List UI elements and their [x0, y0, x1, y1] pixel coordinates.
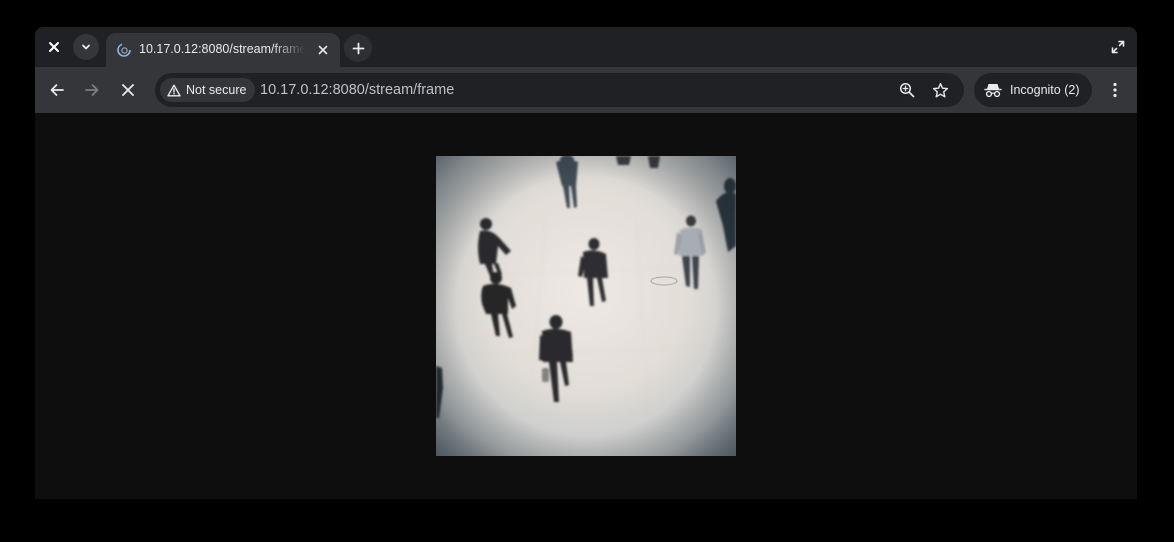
plus-icon: [352, 42, 364, 54]
security-label: Not secure: [186, 83, 247, 97]
loading-spinner-icon: [117, 43, 131, 57]
close-icon: [318, 45, 328, 55]
tab-title: 10.17.0.12:8080/stream/frame: [139, 42, 305, 56]
browser-menu-button[interactable]: [1103, 77, 1127, 103]
browser-toolbar: Not secure 10.17.0.12:8080/stream/frame: [35, 67, 1137, 113]
close-window-button[interactable]: [41, 34, 67, 60]
close-icon: [49, 42, 59, 52]
forward-button[interactable]: [78, 76, 106, 104]
tab-strip: 10.17.0.12:8080/stream/frame: [35, 27, 1137, 67]
back-button[interactable]: [43, 76, 71, 104]
incognito-label: Incognito (2): [1010, 83, 1080, 97]
page-viewport: [35, 113, 1137, 499]
new-tab-button[interactable]: [344, 34, 372, 62]
tab-close-button[interactable]: [314, 41, 332, 59]
kebab-menu-icon: [1113, 82, 1117, 98]
star-icon: [932, 82, 948, 97]
bookmark-button[interactable]: [929, 79, 951, 101]
address-bar[interactable]: Not secure 10.17.0.12:8080/stream/frame: [155, 73, 964, 107]
browser-window: 10.17.0.12:8080/stream/frame Not secure …: [35, 27, 1137, 499]
tab-search-button[interactable]: [73, 34, 99, 60]
arrow-left-icon: [50, 84, 64, 96]
incognito-indicator[interactable]: Incognito (2): [974, 73, 1093, 107]
fullscreen-button[interactable]: [1107, 36, 1129, 58]
incognito-icon: [984, 84, 1002, 98]
stop-loading-button[interactable]: [114, 76, 142, 104]
chevron-down-icon: [82, 44, 90, 50]
close-icon: [122, 84, 134, 96]
arrow-right-icon: [85, 84, 99, 96]
camera-stream-frame: [436, 156, 736, 456]
zoom-button[interactable]: [896, 79, 918, 101]
tab-active[interactable]: 10.17.0.12:8080/stream/frame: [106, 33, 340, 67]
url-text[interactable]: 10.17.0.12:8080/stream/frame: [260, 81, 454, 99]
fullscreen-icon: [1111, 40, 1125, 54]
zoom-in-icon: [899, 82, 915, 98]
security-indicator[interactable]: Not secure: [160, 78, 256, 102]
warning-triangle-icon: [167, 84, 181, 96]
